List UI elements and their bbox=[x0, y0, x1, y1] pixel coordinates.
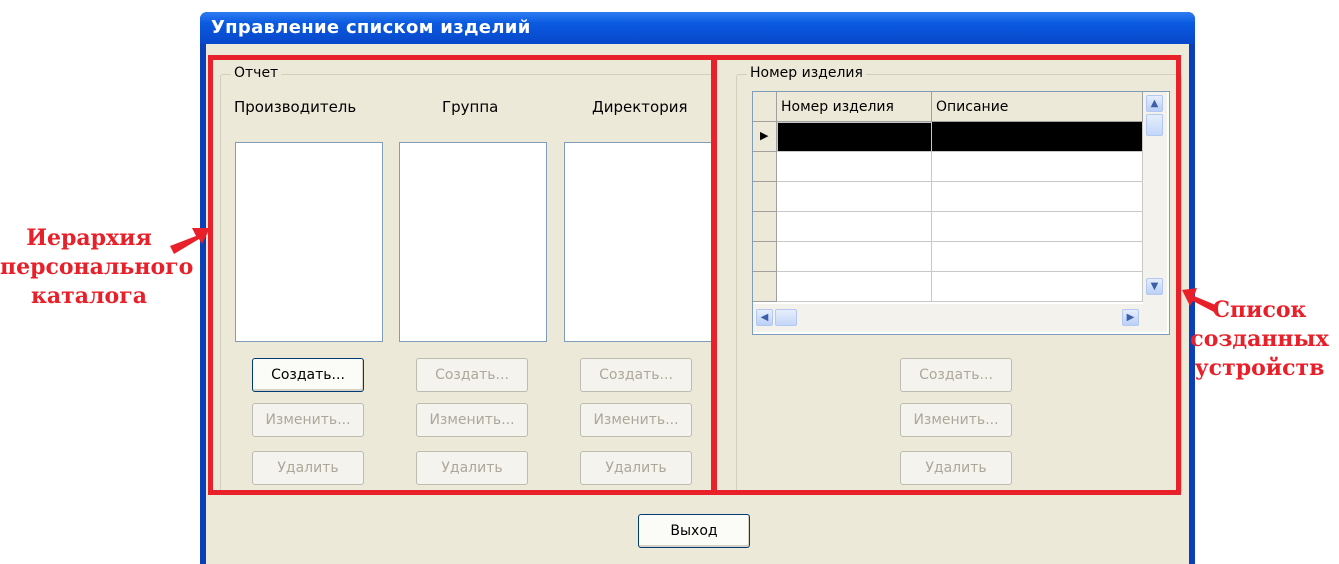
annotation-frame-device-list bbox=[712, 55, 1181, 495]
annotation-frame-catalog-hierarchy bbox=[208, 55, 716, 495]
window-title: Управление списком изделий bbox=[211, 17, 531, 38]
annotation-right-arrow-icon bbox=[1182, 288, 1218, 312]
title-bar[interactable]: Управление списком изделий bbox=[200, 12, 1195, 44]
exit-button[interactable]: Выход bbox=[638, 514, 750, 548]
annotation-left-line: Иерархия bbox=[26, 225, 152, 251]
annotation-left-text: Иерархия персонального каталога bbox=[0, 224, 194, 311]
annotation-left-line: каталога bbox=[31, 283, 147, 309]
annotation-left-arrow-icon bbox=[170, 228, 210, 254]
annotation-right-line: устройств bbox=[1194, 355, 1325, 381]
annotation-right-line: созданных bbox=[1190, 326, 1329, 352]
annotation-left-line: персонального bbox=[0, 254, 194, 280]
